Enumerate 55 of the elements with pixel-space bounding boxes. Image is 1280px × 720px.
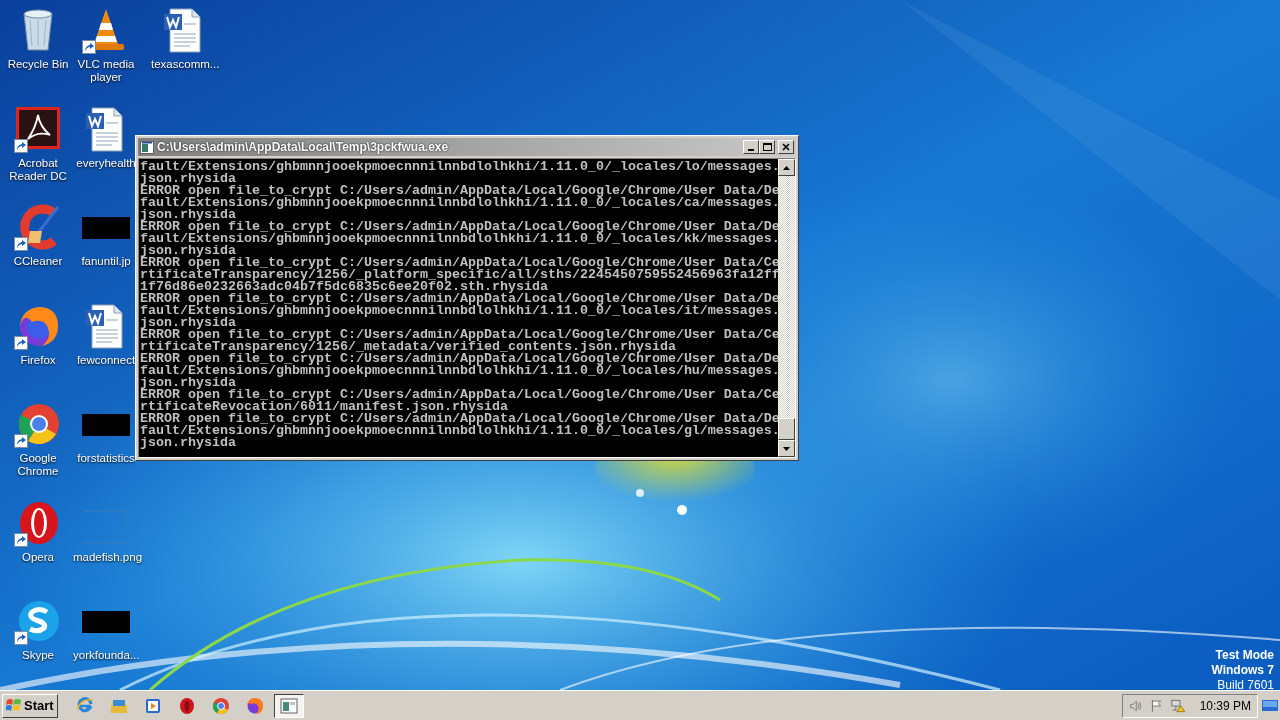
icon-label[interactable]: forstatistics xyxy=(77,452,135,465)
icon-label[interactable]: Acrobat Reader DC xyxy=(5,156,71,183)
watermark-text: Windows 7 xyxy=(1211,663,1274,678)
console-line: rtificateRevocation/6011/manifest.json.rhysida xyxy=(140,401,508,413)
console-line: 1f76d86e0232663adc04b7f5dc6835c6ee20f02.sth.rhysida xyxy=(140,281,548,293)
icon-label[interactable]: everyhealth xyxy=(76,156,136,170)
icon-label[interactable]: fanuntil.jp xyxy=(81,255,131,268)
console-line: json.rhysida xyxy=(140,245,236,257)
console-line: json.rhysida xyxy=(140,377,236,389)
maximize-icon xyxy=(762,143,772,151)
scroll-up-button[interactable] xyxy=(778,159,795,176)
watermark-text: Test Mode xyxy=(1215,648,1274,663)
browser-icon xyxy=(244,695,265,716)
window-title: C:\Users\admin\AppData\Local\Temp\3pckfwua.exe xyxy=(157,139,450,156)
icon-label[interactable]: VLC media player xyxy=(73,58,139,84)
console-line: fault/Extensions/ghbmnnjooekpmoecnnnilnnbdlolhkhi/1.11.0_0/_locales/gl/messages. xyxy=(140,425,778,437)
console-line: json.rhysida xyxy=(140,173,236,185)
console-line: fault/Extensions/ghbmnnjooekpmoecnnnilnnbdlolhkhi/1.11.0_0/_locales/ca/messages. xyxy=(140,197,778,209)
scroll-down-button[interactable] xyxy=(778,440,795,457)
taskbar-app-button[interactable] xyxy=(273,693,304,718)
close-icon xyxy=(782,143,790,151)
maximize-button[interactable] xyxy=(759,140,775,154)
console-window-icon xyxy=(140,140,154,154)
icon-label[interactable]: CCleaner xyxy=(13,255,63,268)
console-line: fault/Extensions/ghbmnnjooekpmoecnnnilnnbdlolhkhi/1.11.0_0/_locales/hu/messages. xyxy=(140,365,778,377)
minimize-button[interactable] xyxy=(743,140,759,154)
flag-icon[interactable] xyxy=(1150,697,1163,714)
icon-label[interactable]: Google Chrome xyxy=(5,452,71,478)
console-line: json.rhysida xyxy=(140,317,236,329)
browser-icon xyxy=(210,695,231,716)
console-line: fault/Extensions/ghbmnnjooekpmoecnnnilnnbdlolhkhi/1.11.0_0/_locales/it/messages. xyxy=(140,305,778,317)
console-line: rtificateTransparency/1256/_metadata/verified_contents.json.rhysida xyxy=(140,341,676,353)
scroll-thumb[interactable] xyxy=(778,418,795,440)
console-line: json.rhysida xyxy=(140,437,236,449)
console-line: json.rhysida xyxy=(140,209,236,221)
down-arrow-icon xyxy=(783,446,790,451)
watermark-text: Build 7601 xyxy=(1217,678,1274,693)
show-desktop-icon[interactable] xyxy=(1262,698,1278,713)
start-button[interactable]: Start xyxy=(2,693,58,718)
console-line: fault/Extensions/ghbmnnjooekpmoecnnnilnnbdlolhkhi/1.11.0_0/_locales/lo/messages. xyxy=(140,161,778,173)
network-warning-icon[interactable] xyxy=(1171,697,1186,714)
scrollbar[interactable] xyxy=(778,159,795,457)
icon-label[interactable]: Skype xyxy=(22,649,54,662)
icon-label[interactable]: Opera xyxy=(22,550,54,564)
icon-label[interactable]: Recycle Bin xyxy=(7,58,69,71)
close-button[interactable] xyxy=(778,140,794,154)
icon-label[interactable]: yorkfounda... xyxy=(73,649,139,662)
up-arrow-icon xyxy=(783,165,790,170)
icon-label[interactable]: Firefox xyxy=(20,353,56,367)
clock[interactable]: 10:39 PM xyxy=(1199,696,1251,715)
console-line: fault/Extensions/ghbmnnjooekpmoecnnnilnnbdlolhkhi/1.11.0_0/_locales/kk/messages. xyxy=(140,233,778,245)
icon-label[interactable]: texascomm... xyxy=(151,58,217,71)
windows-flag-icon xyxy=(6,698,22,713)
icon-label[interactable]: fewconnect xyxy=(76,353,136,367)
console-window-icon xyxy=(278,695,299,716)
